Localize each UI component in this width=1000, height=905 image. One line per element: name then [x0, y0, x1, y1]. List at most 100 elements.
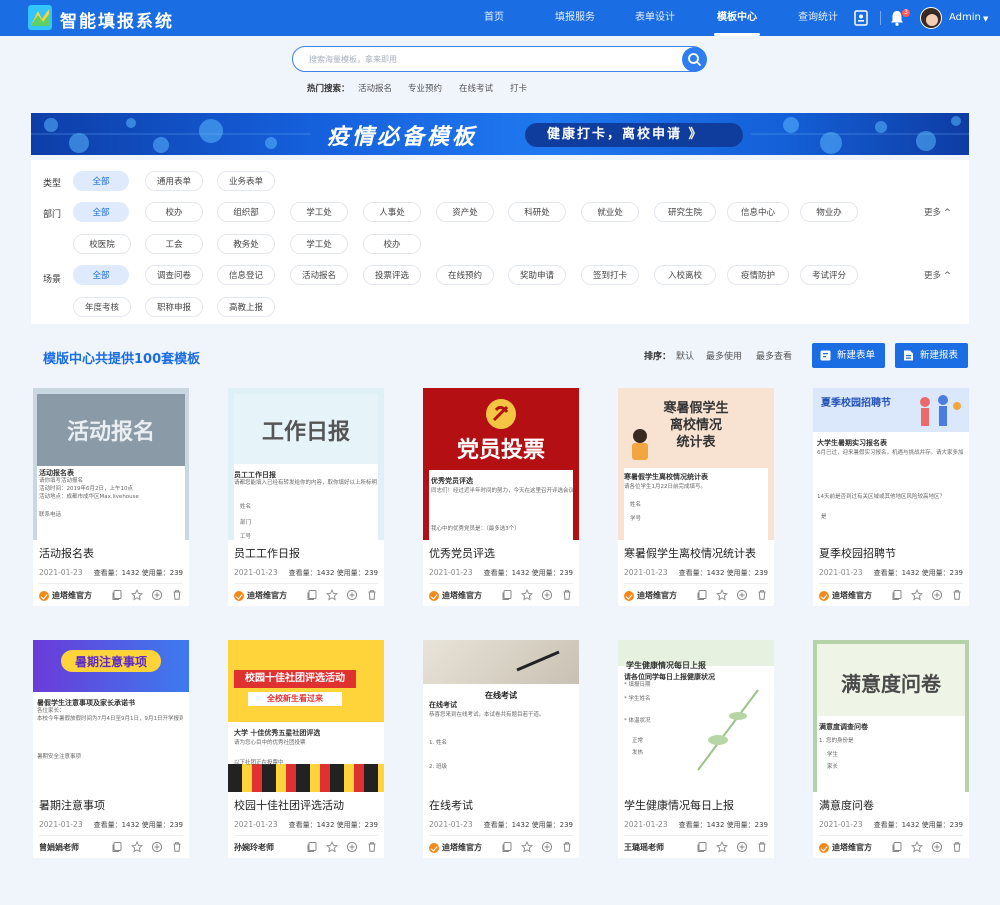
template-title[interactable]: 在线考试: [429, 797, 473, 813]
dept-chip[interactable]: 校办: [363, 234, 421, 254]
scene-chip[interactable]: 信息登记: [217, 265, 275, 285]
type-chip[interactable]: 业务表单: [217, 171, 275, 191]
delete-icon[interactable]: [366, 589, 378, 601]
template-title[interactable]: 学生健康情况每日上报: [624, 797, 734, 813]
search-button[interactable]: [682, 47, 707, 72]
scene-chip[interactable]: 签到打卡: [581, 265, 639, 285]
nav-query-stats[interactable]: 查询统计: [791, 0, 845, 36]
template-title[interactable]: 夏季校园招聘节: [819, 545, 896, 561]
hot-search-item[interactable]: 专业预约: [408, 82, 442, 94]
scene-chip[interactable]: 考试评分: [800, 265, 858, 285]
dept-chip[interactable]: 研究生院: [654, 202, 716, 222]
add-icon[interactable]: [931, 589, 943, 601]
star-icon[interactable]: [716, 589, 728, 601]
dept-chip[interactable]: 工会: [145, 234, 203, 254]
template-title[interactable]: 满意度问卷: [819, 797, 874, 813]
template-title[interactable]: 活动报名表: [39, 545, 94, 561]
star-icon[interactable]: [911, 841, 923, 853]
avatar[interactable]: [920, 7, 942, 29]
template-title[interactable]: 暑期注意事项: [39, 797, 105, 813]
star-icon[interactable]: [911, 589, 923, 601]
copy-icon[interactable]: [696, 841, 708, 853]
new-report-button[interactable]: 新建报表: [895, 343, 968, 368]
delete-icon[interactable]: [951, 841, 963, 853]
chevron-down-icon[interactable]: ▼: [983, 15, 988, 23]
dept-chip[interactable]: 资产处: [436, 202, 494, 222]
star-icon[interactable]: [131, 589, 143, 601]
hot-search-item[interactable]: 在线考试: [459, 82, 493, 94]
scene-chip[interactable]: 入校离校: [654, 265, 716, 285]
copy-icon[interactable]: [306, 841, 318, 853]
scene-chip[interactable]: 职称申报: [145, 297, 203, 317]
template-thumbnail[interactable]: 满意度问卷 满意度调查问卷 1. 您的身份是 学生 家长: [813, 640, 969, 792]
type-chip[interactable]: 通用表单: [145, 171, 203, 191]
delete-icon[interactable]: [756, 841, 768, 853]
user-name[interactable]: Admin: [949, 0, 981, 36]
dept-chip[interactable]: 校医院: [73, 234, 131, 254]
add-icon[interactable]: [346, 589, 358, 601]
scene-chip[interactable]: 奖助申请: [508, 265, 566, 285]
scene-chip[interactable]: 高教上报: [217, 297, 275, 317]
promo-banner[interactable]: 疫情必备模板 健康打卡，离校申请 》: [31, 113, 969, 155]
template-title[interactable]: 优秀党员评选: [429, 545, 495, 561]
delete-icon[interactable]: [171, 841, 183, 853]
template-card[interactable]: 活动报名 活动报名表 请你填写活动报名 活动时间：2019年6月2日，上午10点 活动…: [33, 388, 189, 606]
delete-icon[interactable]: [171, 589, 183, 601]
nav-fill-service[interactable]: 填报服务: [548, 0, 602, 36]
template-thumbnail[interactable]: 党员投票 优秀党员评选 同志们！经过近半年时间的努力，今天在这里召开评选会议 我心中…: [423, 388, 579, 540]
template-card[interactable]: 工作日报 员工工作日报 请都您能填入已经有转发给你的内容，取你填好以上所标明 姓名部…: [228, 388, 384, 606]
template-card[interactable]: 暑期注意事项 暑假学生注意事项及家长承诺书 各位家长： 本校今年暑假放假时间为7月4日…: [33, 640, 189, 858]
dept-chip[interactable]: 人事处: [363, 202, 421, 222]
template-card[interactable]: 党员投票 优秀党员评选 同志们！经过近半年时间的努力，今天在这里召开评选会议 我心中…: [423, 388, 579, 606]
template-title[interactable]: 员工工作日报: [234, 545, 300, 561]
dept-chip[interactable]: 信息中心: [727, 202, 789, 222]
template-thumbnail[interactable]: 校园十佳社团评选活动 全校新生看过来 大学 十佳优秀五星社团评选 请为您心目中的优…: [228, 640, 384, 792]
dept-chip[interactable]: 学工处: [290, 234, 348, 254]
star-icon[interactable]: [521, 841, 533, 853]
search-input[interactable]: 搜索海量模板，拿来即用: [292, 46, 706, 72]
star-icon[interactable]: [326, 841, 338, 853]
hot-search-item[interactable]: 活动报名: [358, 82, 392, 94]
sort-default[interactable]: 默认: [676, 349, 694, 362]
add-icon[interactable]: [346, 841, 358, 853]
dept-chip[interactable]: 全部: [73, 202, 129, 222]
app-title[interactable]: 智能填报系统: [60, 7, 174, 32]
scene-more-toggle[interactable]: 更多 ^: [924, 269, 951, 281]
hot-search-item[interactable]: 打卡: [510, 82, 527, 94]
add-icon[interactable]: [151, 841, 163, 853]
scene-chip[interactable]: 活动报名: [290, 265, 348, 285]
scene-chip[interactable]: 疫情防护: [727, 265, 789, 285]
scene-chip[interactable]: 年度考核: [73, 297, 131, 317]
add-icon[interactable]: [931, 841, 943, 853]
nav-template-center[interactable]: 模板中心: [708, 0, 766, 36]
star-icon[interactable]: [131, 841, 143, 853]
new-form-button[interactable]: 新建表单: [812, 343, 885, 368]
star-icon[interactable]: [716, 841, 728, 853]
copy-icon[interactable]: [891, 841, 903, 853]
copy-icon[interactable]: [891, 589, 903, 601]
scene-chip[interactable]: 全部: [73, 265, 129, 285]
nav-home[interactable]: 首页: [470, 0, 518, 36]
nav-form-design[interactable]: 表单设计: [628, 0, 682, 36]
template-card[interactable]: 寒暑假学生 离校情况 统计表 寒暑假学生离校情况统计表 请各位学生1月22日前完成…: [618, 388, 774, 606]
template-thumbnail[interactable]: 夏季校园招聘节 大学生暑期实习报名表 6月已过，迎来暑假实习报名，机遇与挑战并存。…: [813, 388, 969, 540]
add-icon[interactable]: [736, 841, 748, 853]
sort-most-used[interactable]: 最多使用: [706, 349, 742, 362]
scene-chip[interactable]: 投票评选: [363, 265, 421, 285]
app-logo-icon[interactable]: [28, 5, 52, 30]
banner-cta[interactable]: 健康打卡，离校申请 》: [525, 123, 743, 147]
type-chip[interactable]: 全部: [73, 171, 129, 191]
star-icon[interactable]: [326, 589, 338, 601]
dept-more-toggle[interactable]: 更多 ^: [924, 206, 951, 218]
template-thumbnail[interactable]: 暑期注意事项 暑假学生注意事项及家长承诺书 各位家长： 本校今年暑假放假时间为7月4日…: [33, 640, 189, 792]
copy-icon[interactable]: [306, 589, 318, 601]
dept-chip[interactable]: 组织部: [217, 202, 275, 222]
add-icon[interactable]: [151, 589, 163, 601]
copy-icon[interactable]: [696, 589, 708, 601]
template-card[interactable]: 满意度问卷 满意度调查问卷 1. 您的身份是 学生 家长 满意度问卷 2021-01-…: [813, 640, 969, 858]
delete-icon[interactable]: [561, 589, 573, 601]
star-icon[interactable]: [521, 589, 533, 601]
delete-icon[interactable]: [951, 589, 963, 601]
add-icon[interactable]: [541, 841, 553, 853]
template-title[interactable]: 校园十佳社团评选活动: [234, 797, 344, 813]
